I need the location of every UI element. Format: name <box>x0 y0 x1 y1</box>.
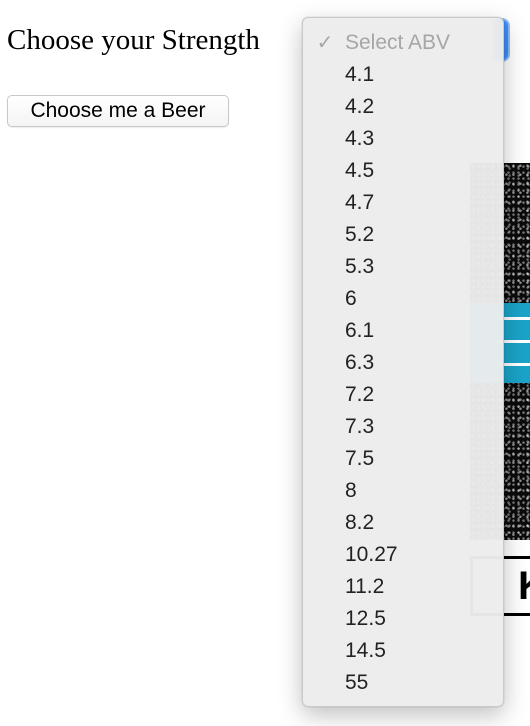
abv-option-label: 7.2 <box>345 383 375 406</box>
abv-option[interactable]: 6.3 <box>303 347 503 379</box>
abv-option-label: 5.2 <box>345 223 375 246</box>
abv-option[interactable]: 5.2 <box>303 219 503 251</box>
abv-option[interactable]: 55 <box>303 667 503 699</box>
abv-dropdown-menu: ✓ Select ABV 4.1 4.2 4.3 4.5 4.7 5.2 5.3 6 6.1 6.… <box>302 17 504 707</box>
abv-option-label: 8 <box>345 479 357 502</box>
abv-option-label: Select ABV <box>345 31 451 54</box>
abv-option-placeholder: ✓ Select ABV <box>303 27 503 59</box>
strength-label: Choose your Strength <box>7 24 260 56</box>
abv-option[interactable]: 14.5 <box>303 635 503 667</box>
abv-option-label: 6.3 <box>345 351 375 374</box>
abv-option[interactable]: 4.3 <box>303 123 503 155</box>
abv-option-label: 6 <box>345 287 357 310</box>
abv-option-list: 4.1 4.2 4.3 4.5 4.7 5.2 5.3 6 6.1 6.3 7.2 7.3 7.5 8 8.… <box>303 59 503 699</box>
abv-option[interactable]: 11.2 <box>303 571 503 603</box>
abv-option-label: 7.5 <box>345 447 375 470</box>
abv-option[interactable]: 7.5 <box>303 443 503 475</box>
abv-option-label: 55 <box>345 671 369 694</box>
abv-option[interactable]: 4.7 <box>303 187 503 219</box>
abv-option-label: 4.2 <box>345 95 375 118</box>
abv-option[interactable]: 4.1 <box>303 59 503 91</box>
checkmark-icon: ✓ <box>316 32 334 54</box>
abv-option-label: 12.5 <box>345 607 386 630</box>
abv-option-label: 4.7 <box>345 191 375 214</box>
abv-option[interactable]: 8 <box>303 475 503 507</box>
abv-option[interactable]: 6 <box>303 283 503 315</box>
choose-beer-button[interactable]: Choose me a Beer <box>7 95 229 127</box>
banner-stripe <box>500 363 530 366</box>
abv-option[interactable]: 4.5 <box>303 155 503 187</box>
abv-option-label: 8.2 <box>345 511 375 534</box>
abv-option-label: 6.1 <box>345 319 375 342</box>
abv-option-label: 7.3 <box>345 415 375 438</box>
banner-stripe <box>500 340 530 343</box>
abv-option-label: 4.1 <box>345 63 375 86</box>
abv-option[interactable]: 12.5 <box>303 603 503 635</box>
abv-option[interactable]: 6.1 <box>303 315 503 347</box>
abv-option-label: 4.3 <box>345 127 375 150</box>
abv-option-label: 10.27 <box>345 543 398 566</box>
abv-option[interactable]: 5.3 <box>303 251 503 283</box>
abv-option-label: 11.2 <box>345 575 385 598</box>
abv-option-label: 4.5 <box>345 159 375 182</box>
abv-option[interactable]: 10.27 <box>303 539 503 571</box>
background-card-letter: K <box>518 564 530 609</box>
abv-option[interactable]: 7.3 <box>303 411 503 443</box>
abv-option-label: 14.5 <box>345 639 386 662</box>
abv-option[interactable]: 4.2 <box>303 91 503 123</box>
abv-option[interactable]: 7.2 <box>303 379 503 411</box>
banner-stripe <box>500 317 530 320</box>
abv-option[interactable]: 8.2 <box>303 507 503 539</box>
abv-option-label: 5.3 <box>345 255 375 278</box>
